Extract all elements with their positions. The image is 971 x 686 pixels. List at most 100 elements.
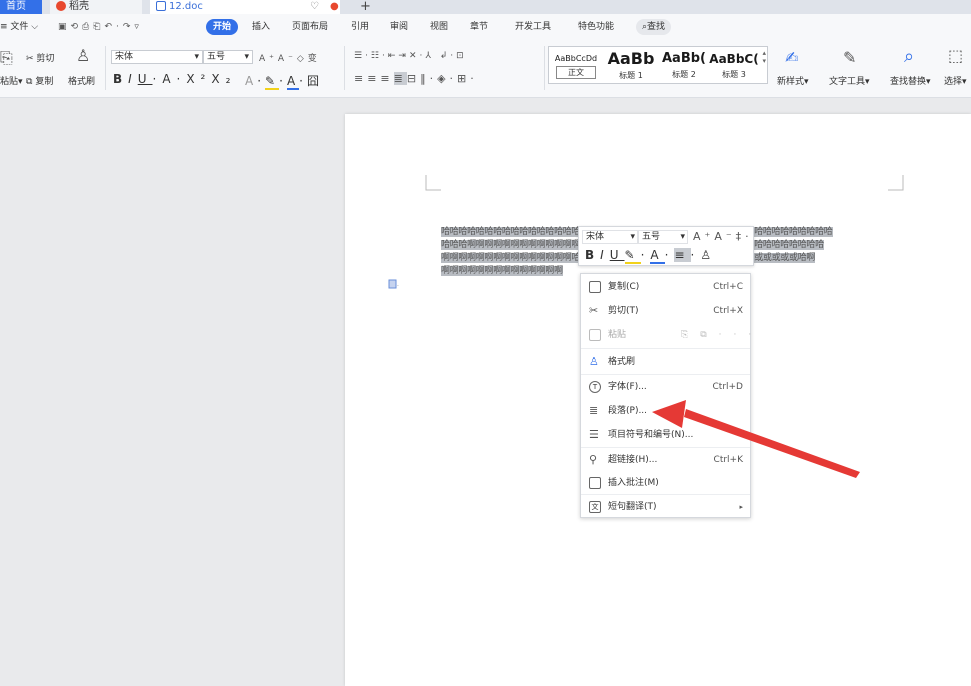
select-label: 选择 [944, 77, 963, 87]
style-gallery-scroll-icon[interactable]: ▴ ▾ [762, 49, 766, 65]
menu-item-label: 粘贴 [608, 330, 627, 340]
font-size-value: 五号 [207, 52, 226, 62]
paste-button[interactable]: 粘贴▾ [0, 74, 23, 87]
new-style-button[interactable]: 新样式▾ [777, 74, 809, 87]
svg-text:·: · [397, 283, 399, 289]
text-format-buttons[interactable]: BIU·A·X²X₂ [113, 72, 236, 86]
menu-item-format-painter[interactable]: ♙ 格式刷 [581, 350, 750, 374]
paste-icon[interactable]: ⎘ [0, 48, 13, 68]
menu-item-bullets-numbering[interactable]: ☰ 项目符号和编号(N)... [581, 423, 750, 447]
text-tool-button[interactable]: 文字工具▾ [829, 74, 870, 87]
menu-reference[interactable]: 引用 [351, 19, 369, 35]
format-painter-icon: ♙ [589, 355, 599, 368]
mini-format-buttons[interactable]: BIU✎·A·≡·♙ [585, 248, 717, 264]
menu-item-cut[interactable]: ✂ 剪切(T) Ctrl+X [581, 299, 750, 323]
copy-icon: ⧉ [26, 77, 33, 87]
tab-home-label: 首页 [6, 1, 26, 12]
mini-font-select[interactable]: 宋体 ▾ [582, 230, 638, 244]
cut-button[interactable]: ✂ 剪切 [26, 51, 54, 64]
copy-label: 复制 [35, 77, 54, 87]
margin-corner-top-left [425, 175, 441, 191]
menu-layout[interactable]: 页面布局 [292, 19, 328, 35]
menu-file-label: 文件 [10, 22, 29, 32]
text-tool-icon[interactable]: ✎ [843, 48, 856, 67]
select-button[interactable]: 选择▾ [944, 74, 967, 87]
paragraph-marker-icon[interactable]: · [388, 279, 400, 289]
menu-item-shortcut: Ctrl+D [712, 382, 744, 392]
menu-item-label: 格式刷 [608, 357, 636, 367]
link-icon: ⚲ [589, 453, 598, 466]
pin-icon[interactable]: ♡ [310, 0, 319, 14]
list-icon: ☰ [589, 428, 599, 441]
copy-icon [589, 281, 601, 293]
menu-special[interactable]: 特色功能 [578, 19, 614, 35]
menu-insert[interactable]: 插入 [252, 19, 270, 35]
tab-bar: 首页 稻壳 12.doc ♡ ● + [0, 0, 971, 14]
menu-item-paste[interactable]: 粘贴 ⎘⧉··· [581, 323, 751, 347]
menu-search[interactable]: ⌕查找 [636, 19, 672, 35]
menu-item-paragraph[interactable]: ≣ 段落(P)... [581, 399, 750, 423]
new-tab-icon[interactable]: + [360, 0, 371, 14]
menu-item-label: 段落(P)... [608, 406, 648, 416]
font-size-tools[interactable]: A⁺A⁻◇变 [259, 51, 321, 64]
tab-daoke[interactable]: 稻壳 [50, 0, 142, 14]
find-replace-button[interactable]: 查找替换▾ [890, 74, 931, 87]
menu-file[interactable]: ≡ 文件 ⌵ [0, 19, 38, 35]
menu-review[interactable]: 审阅 [390, 19, 408, 35]
menu-item-copy[interactable]: 复制(C) Ctrl+C [581, 275, 750, 299]
unsaved-dot-icon: ● [330, 1, 339, 12]
find-replace-label: 查找替换 [890, 77, 927, 87]
style-heading2[interactable]: AaBb(标题 2 [657, 49, 711, 80]
menu-devtools[interactable]: 开发工具 [515, 19, 551, 35]
margin-corner-top-right [888, 175, 904, 191]
chevron-down-icon: ▾ [244, 52, 249, 62]
paste-label: 粘贴 [0, 77, 19, 87]
mini-grow-shrink-buttons[interactable]: A⁺A⁻‡· [693, 230, 753, 243]
menu-item-hyperlink[interactable]: ⚲ 超链接(H)... Ctrl+K [581, 448, 750, 472]
select-icon[interactable]: ⬚ [948, 46, 963, 65]
menu-item-label: 复制(C) [608, 282, 640, 292]
divider [581, 348, 750, 349]
tab-document-label: 12.doc [169, 1, 203, 12]
text-tool-label: 文字工具 [829, 77, 866, 87]
menu-item-label: 插入批注(M) [608, 478, 659, 488]
font-family-select[interactable]: 宋体 ▾ [111, 50, 203, 64]
menu-item-shortcut: Ctrl+K [713, 455, 743, 465]
font-size-select[interactable]: 五号 ▾ [203, 50, 253, 64]
menu-item-insert-comment[interactable]: 插入批注(M) [581, 471, 750, 495]
chevron-right-icon: ▸ [739, 503, 743, 511]
paste-options-icons[interactable]: ⎘⧉··· [681, 323, 763, 347]
new-style-icon[interactable]: ✍ [785, 48, 798, 67]
mini-size-value: 五号 [642, 232, 661, 242]
menu-item-translate[interactable]: 文短句翻译(T) ▸ [581, 495, 750, 519]
ribbon: ⎘ 粘贴▾ ✂ 剪切 ⧉ 复制 ♙ 格式刷 宋体 ▾ 五号 ▾ A⁺A⁻◇变 BIU… [0, 40, 971, 98]
menu-section[interactable]: 章节 [470, 19, 488, 35]
list-indent-buttons[interactable]: ☰·☷·⇤⇥✕·⅄ ↲·⊡ [354, 51, 467, 61]
mini-size-select[interactable]: 五号 ▾ [638, 230, 688, 244]
style-heading2-label: 标题 2 [672, 70, 696, 79]
style-normal[interactable]: AaBbCcDd 正文 [551, 49, 601, 79]
tab-document[interactable]: 12.doc ♡ ● [150, 0, 340, 14]
tab-home[interactable]: 首页 [0, 0, 42, 14]
highlight-color-buttons[interactable]: A·✎·A·囧 [245, 72, 323, 90]
style-heading1-label: 标题 1 [619, 71, 643, 80]
format-painter-icon[interactable]: ♙ [76, 46, 90, 65]
menu-item-shortcut: Ctrl+X [713, 306, 743, 316]
style-gallery: AaBbCcDd 正文 AaBb 标题 1 AaBb(标题 2 AaBbC(标题 3… [548, 46, 768, 84]
format-painter-button[interactable]: 格式刷 [68, 74, 95, 87]
style-heading1[interactable]: AaBb 标题 1 [603, 49, 659, 81]
daoke-logo-icon [56, 1, 66, 11]
menu-item-font[interactable]: T 字体(F)... Ctrl+D [581, 375, 750, 399]
alignment-buttons[interactable]: ≡≡≡≣⊟‖·◈·⊞· [354, 72, 478, 85]
copy-button[interactable]: ⧉ 复制 [26, 74, 53, 87]
find-replace-icon[interactable]: ⌕ [904, 46, 914, 67]
menu-item-shortcut: Ctrl+C [713, 282, 743, 292]
word-doc-icon [156, 1, 166, 11]
cut-label: 剪切 [36, 54, 55, 64]
menu-start[interactable]: 开始 [206, 19, 239, 35]
font-family-value: 宋体 [115, 52, 134, 62]
style-heading3[interactable]: AaBbC(标题 3 [709, 49, 759, 80]
menu-view[interactable]: 视图 [430, 19, 448, 35]
scissors-icon: ✂ [589, 304, 599, 317]
quick-access-icons[interactable]: ▣⟲⎙⎗↶·↷▿ [58, 19, 143, 35]
